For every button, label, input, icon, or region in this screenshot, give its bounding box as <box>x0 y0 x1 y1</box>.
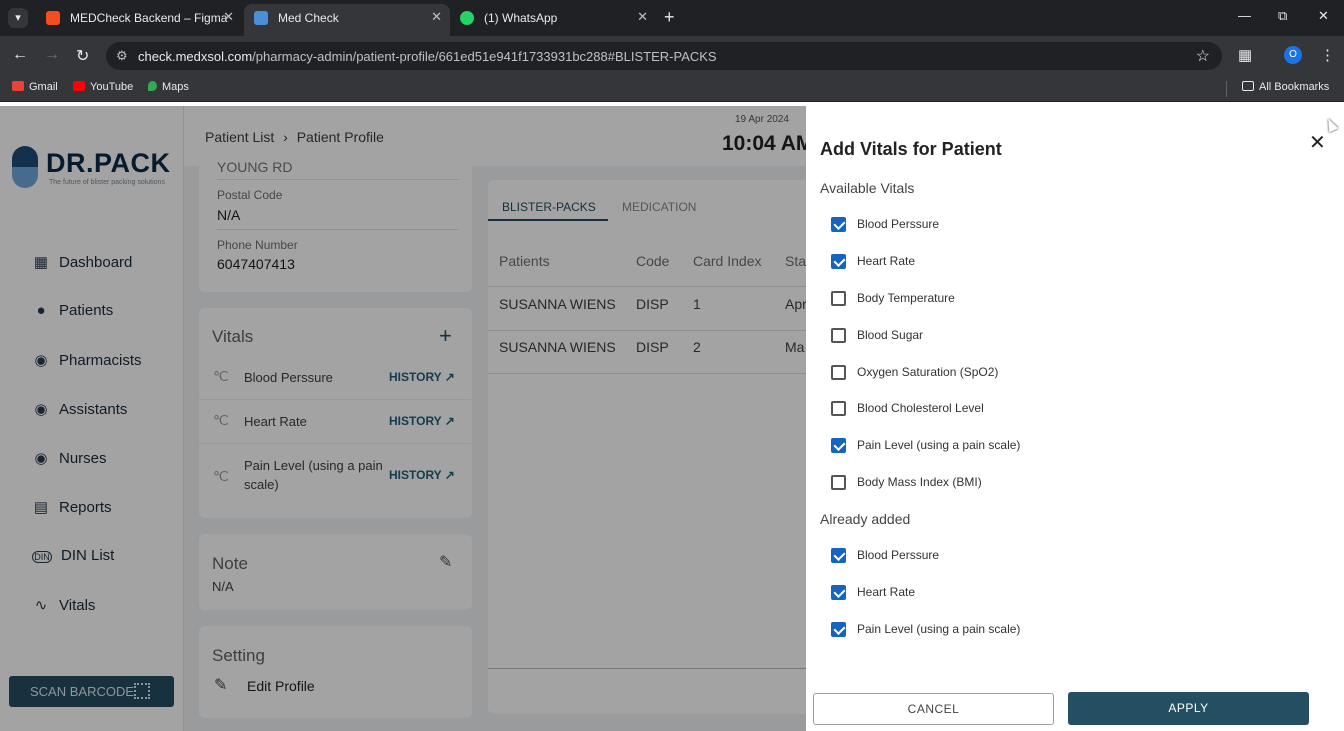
bookmark-gmail[interactable]: Gmail <box>12 81 58 93</box>
gmail-icon <box>12 81 24 91</box>
extensions-icon[interactable]: ▦ <box>1238 46 1252 64</box>
bookmarks-divider <box>1226 81 1227 97</box>
checkbox-checked-icon[interactable] <box>831 254 846 269</box>
drawer-title: Add Vitals for Patient <box>820 139 1002 159</box>
checkbox-checked-icon[interactable] <box>831 585 846 600</box>
tab-title: MEDCheck Backend – Figma <box>70 11 228 25</box>
minimize-icon[interactable]: — <box>1238 8 1251 23</box>
maps-icon <box>148 81 157 91</box>
bookmarks-bar: Gmail YouTube Maps All Bookmarks <box>0 76 1344 102</box>
window-close-icon[interactable]: ✕ <box>1318 8 1329 24</box>
all-bookmarks[interactable]: All Bookmarks <box>1242 81 1329 93</box>
available-vitals-heading: Available Vitals <box>820 180 915 196</box>
add-vitals-drawer: Add Vitals for Patient ✕ Available Vital… <box>806 106 1344 731</box>
medcheck-icon <box>254 11 268 25</box>
tab-search-icon[interactable]: ▾ <box>8 8 28 28</box>
cancel-button[interactable]: CANCEL <box>813 693 1054 725</box>
bookmark-star-icon[interactable]: ☆ <box>1196 46 1210 66</box>
browser-toolbar: ← → ↻ ⚙ check.medxsol.com/pharmacy-admin… <box>0 36 1344 76</box>
close-icon[interactable]: ✕ <box>431 9 442 25</box>
menu-kebab-icon[interactable]: ⋮ <box>1320 46 1335 64</box>
forward-icon[interactable]: → <box>44 46 60 64</box>
close-icon[interactable]: ✕ <box>1309 130 1326 155</box>
site-info-icon[interactable]: ⚙ <box>116 48 128 64</box>
tab-title: Med Check <box>278 11 339 25</box>
bookmark-youtube[interactable]: YouTube <box>73 81 133 93</box>
folder-icon <box>1242 81 1254 91</box>
tab-title: (1) WhatsApp <box>484 11 558 25</box>
browser-tab-medcheck[interactable]: Med Check ✕ <box>244 4 450 36</box>
browser-tab-strip: ▾ MEDCheck Backend – Figma ✕ Med Check ✕… <box>0 0 1344 36</box>
figma-icon <box>46 11 60 25</box>
browser-tab-whatsapp[interactable]: (1) WhatsApp ✕ <box>450 4 656 32</box>
checkbox-unchecked-icon[interactable] <box>831 291 846 306</box>
new-tab-icon[interactable]: + <box>664 8 675 26</box>
back-icon[interactable]: ← <box>12 46 28 64</box>
whatsapp-icon <box>460 11 474 25</box>
checkbox-checked-icon[interactable] <box>831 438 846 453</box>
url-text: check.medxsol.com/pharmacy-admin/patient… <box>138 49 717 64</box>
checkbox-checked-icon[interactable] <box>831 622 846 637</box>
close-icon[interactable]: ✕ <box>223 9 234 25</box>
reload-icon[interactable]: ↻ <box>76 46 89 66</box>
app-root: DR.PACK The future of blister packing so… <box>0 106 1344 731</box>
checkbox-unchecked-icon[interactable] <box>831 328 846 343</box>
restore-icon[interactable]: ⧉ <box>1278 8 1287 24</box>
youtube-icon <box>73 81 85 91</box>
address-bar[interactable]: ⚙ check.medxsol.com/pharmacy-admin/patie… <box>106 42 1222 70</box>
already-added-heading: Already added <box>820 511 911 527</box>
bookmark-maps[interactable]: Maps <box>148 81 189 93</box>
checkbox-unchecked-icon[interactable] <box>831 475 846 490</box>
checkbox-checked-icon[interactable] <box>831 217 846 232</box>
browser-tab-figma[interactable]: MEDCheck Backend – Figma ✕ <box>36 4 242 32</box>
close-icon[interactable]: ✕ <box>637 9 648 25</box>
apply-button[interactable]: APPLY <box>1068 692 1309 725</box>
profile-avatar[interactable]: O <box>1284 46 1302 64</box>
modal-backdrop[interactable] <box>0 106 806 731</box>
checkbox-unchecked-icon[interactable] <box>831 401 846 416</box>
checkbox-checked-icon[interactable] <box>831 548 846 563</box>
checkbox-unchecked-icon[interactable] <box>831 365 846 380</box>
